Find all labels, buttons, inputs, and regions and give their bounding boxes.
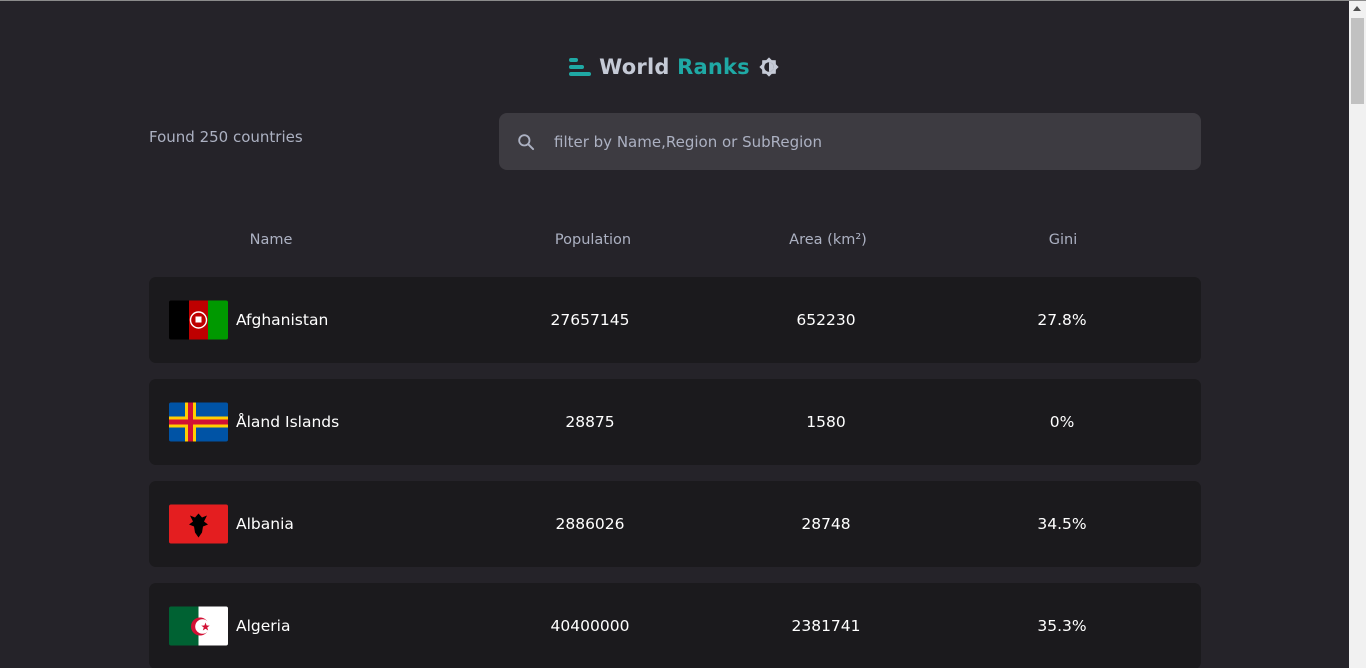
table-row[interactable]: Algeria 40400000 2381741 35.3% (149, 583, 1201, 668)
app-header: World Ranks (0, 55, 1349, 79)
bar-chart-icon (569, 58, 592, 76)
country-population: 40400000 (550, 617, 630, 635)
brightness-icon[interactable] (758, 56, 780, 78)
search-input[interactable] (554, 132, 1154, 151)
app-title-world: World (599, 55, 670, 79)
country-gini: 34.5% (1037, 515, 1087, 533)
country-name: Algeria (236, 617, 291, 635)
column-header-gini[interactable]: Gini (1049, 232, 1077, 248)
country-name: Åland Islands (236, 413, 340, 431)
country-population: 27657145 (550, 311, 630, 329)
country-gini: 0% (1049, 413, 1075, 431)
table-header: Name Population Area (km²) Gini (149, 232, 1201, 256)
window-top-border (0, 0, 1366, 1)
flag-albania-icon (169, 504, 228, 544)
country-area: 652230 (796, 311, 856, 329)
country-gini: 35.3% (1037, 617, 1087, 635)
column-header-area[interactable]: Area (km²) (789, 232, 867, 248)
scroll-up-arrow-icon[interactable] (1353, 6, 1361, 11)
flag-algeria-icon (169, 606, 228, 646)
table-row[interactable]: Åland Islands 28875 1580 0% (149, 379, 1201, 465)
country-gini: 27.8% (1037, 311, 1087, 329)
flag-aland-icon (169, 402, 228, 442)
country-area: 2381741 (791, 617, 861, 635)
country-population: 28875 (565, 413, 615, 431)
country-name: Afghanistan (236, 311, 329, 329)
results-count: Found 250 countries (149, 128, 303, 146)
country-area: 28748 (801, 515, 851, 533)
country-population: 2886026 (555, 515, 625, 533)
column-header-population[interactable]: Population (555, 232, 631, 248)
country-name: Albania (236, 515, 294, 533)
flag-afghanistan-icon (169, 300, 228, 340)
app-title: World Ranks (599, 55, 750, 79)
column-header-name[interactable]: Name (250, 232, 293, 248)
scrollbar-thumb[interactable] (1351, 18, 1364, 104)
search-box[interactable] (499, 113, 1201, 170)
page-scrollbar[interactable] (1349, 1, 1366, 668)
app-title-ranks: Ranks (677, 55, 750, 79)
search-icon (518, 133, 535, 150)
table-row[interactable]: Afghanistan 27657145 652230 27.8% (149, 277, 1201, 363)
country-list: Afghanistan 27657145 652230 27.8% Åland … (149, 277, 1201, 668)
country-area: 1580 (806, 413, 846, 431)
table-row[interactable]: Albania 2886026 28748 34.5% (149, 481, 1201, 567)
